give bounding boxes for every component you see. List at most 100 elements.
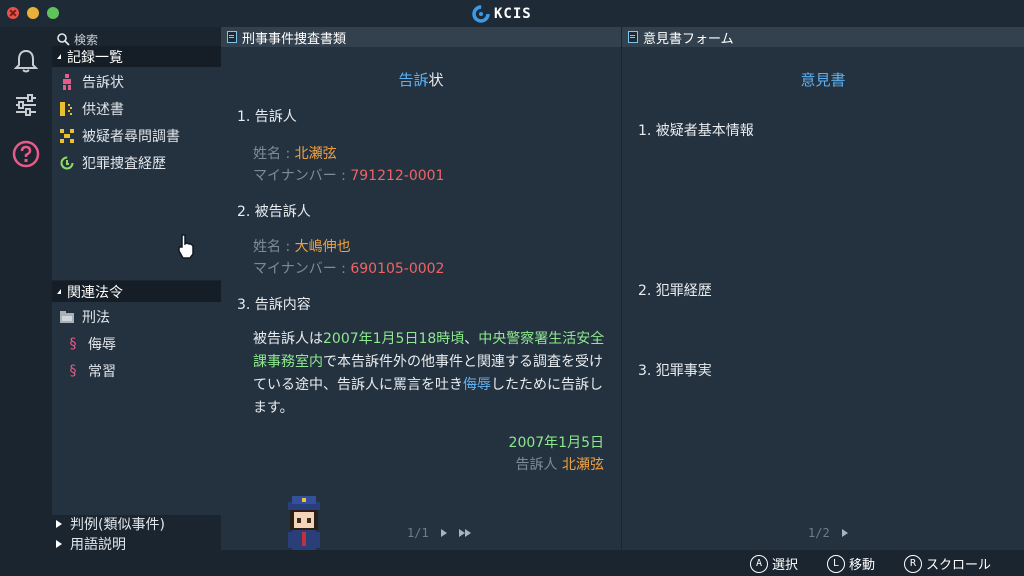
mynumber-label: マイナンバー :	[253, 168, 351, 184]
document-title-highlight[interactable]: 告訴	[398, 71, 428, 89]
next-page-icon[interactable]	[440, 529, 447, 537]
complainant-mynumber[interactable]: 791212-0001	[350, 168, 444, 184]
expand-triangle-icon	[56, 540, 62, 548]
expand-triangle-icon	[56, 520, 62, 528]
collapse-triangle-icon	[57, 289, 61, 294]
opinion-section-criminal-facts[interactable]: 3. 犯罪事実	[638, 360, 712, 380]
section-complainant: 1. 告訴人	[237, 109, 297, 125]
document-icon	[628, 31, 638, 43]
complaint-date[interactable]: 2007年1月5日	[509, 432, 604, 452]
hint-label: 選択	[772, 558, 799, 573]
title-bar: KCIS	[0, 0, 1024, 27]
statement-icon	[60, 101, 74, 117]
opinion-header: 意見書フォーム	[622, 27, 1024, 47]
opinion-section-criminal-record[interactable]: 2. 犯罪経歴	[638, 280, 712, 300]
complainant-name[interactable]: 北瀬弦	[295, 146, 337, 162]
record-label: 犯罪捜査経歴	[82, 156, 166, 172]
offense-keyword[interactable]: 侮辱	[463, 377, 491, 393]
opinion-section-suspect-info[interactable]: 1. 被疑者基本情報	[638, 120, 754, 140]
hint-label: 移動	[849, 558, 876, 573]
records-section-header[interactable]: 記録一覧	[52, 46, 221, 67]
record-label: 被疑者尋問調書	[82, 129, 180, 145]
accused-mynumber-row: マイナンバー : 690105-0002	[253, 258, 444, 278]
law-item-habitual[interactable]: § 常習	[66, 361, 117, 381]
law-label: 侮辱	[88, 337, 116, 353]
sliders-icon[interactable]	[12, 91, 40, 119]
name-label: 姓名 :	[253, 146, 295, 162]
records-panel: 検索 記録一覧 告訴状 供述書 被疑者尋問調書 犯罪捜査経歴 関連法令 刑法 §…	[52, 27, 221, 553]
signature-name[interactable]: 北瀬弦	[562, 457, 604, 473]
window-close-button[interactable]	[7, 7, 19, 19]
app-title: KCIS	[472, 4, 532, 23]
section-complaint-content: 3. 告訴内容	[237, 297, 311, 313]
opinion-header-label: 意見書フォーム	[643, 31, 734, 47]
document-header-label: 刑事事件捜査書類	[242, 31, 347, 47]
search-icon	[57, 32, 70, 46]
complaint-body: 被告訴人は2007年1月5日18時頃、中央警察署生活安全課事務室内で本告訴件外の…	[253, 328, 608, 420]
hint-scroll: R スクロール	[904, 554, 991, 573]
record-item-complaint[interactable]: 告訴状	[60, 72, 124, 92]
page-indicator: 1/1	[407, 526, 429, 540]
document-header: 刑事事件捜査書類	[221, 27, 621, 47]
complainant-mynumber-row: マイナンバー : 791212-0001	[253, 165, 444, 185]
button-l-icon: L	[827, 554, 845, 573]
button-r-icon: R	[904, 554, 922, 573]
name-label: 姓名 :	[253, 239, 295, 255]
record-label: 告訴状	[82, 75, 124, 91]
kcis-logo-icon	[472, 4, 490, 23]
icon-sidebar	[0, 27, 52, 550]
page-indicator: 1/2	[808, 526, 830, 540]
figure-icon	[60, 74, 74, 90]
help-icon[interactable]	[12, 140, 40, 168]
window-maximize-button[interactable]	[47, 7, 59, 19]
records-header-label: 記録一覧	[67, 49, 123, 66]
document-title: 告訴状	[221, 69, 621, 90]
hint-select: A 選択	[750, 554, 798, 573]
window-minimize-button[interactable]	[27, 7, 39, 19]
opinion-form-panel[interactable]: 意見書フォーム 意見書 1. 被疑者基本情報 2. 犯罪経歴 3. 犯罪事実 1…	[622, 27, 1024, 550]
hint-move: L 移動	[827, 554, 875, 573]
document-icon	[227, 31, 237, 43]
accused-name[interactable]: 大嶋伸也	[295, 239, 351, 255]
bell-icon[interactable]	[12, 47, 40, 75]
folder-icon	[60, 309, 74, 325]
precedents-label: 判例(類似事件)	[70, 517, 165, 533]
precedents-item[interactable]: 判例(類似事件)	[56, 515, 165, 533]
law-label: 常習	[88, 364, 116, 380]
record-item-history[interactable]: 犯罪捜査経歴	[60, 153, 166, 173]
interrogation-icon	[60, 128, 74, 144]
law-list: 刑法 § 侮辱 § 常習	[52, 302, 221, 515]
hint-label: スクロール	[926, 558, 992, 573]
law-section-header[interactable]: 関連法令	[52, 281, 221, 302]
accused-name-row: 姓名 : 大嶋伸也	[253, 236, 351, 256]
law-folder-penal-code[interactable]: 刑法	[60, 307, 110, 327]
mynumber-label: マイナンバー :	[253, 261, 351, 277]
law-header-label: 関連法令	[67, 284, 123, 301]
incident-datetime[interactable]: 2007年1月5日18時頃	[323, 331, 464, 347]
controls-footer: A 選択 L 移動 R スクロール	[0, 550, 1024, 576]
complainant-name-row: 姓名 : 北瀬弦	[253, 143, 337, 163]
collapse-triangle-icon	[57, 54, 61, 59]
record-item-interrogation[interactable]: 被疑者尋問調書	[60, 126, 180, 146]
section-accused: 2. 被告訴人	[237, 204, 311, 220]
document-title-rest: 状	[428, 71, 444, 89]
law-folder-label: 刑法	[82, 310, 110, 326]
signature-label: 告訴人	[515, 457, 558, 473]
record-item-statement[interactable]: 供述書	[60, 99, 124, 119]
accused-mynumber[interactable]: 690105-0002	[350, 261, 444, 277]
history-icon	[60, 155, 74, 171]
search-label: 検索	[74, 32, 99, 47]
last-page-icon[interactable]	[458, 529, 471, 537]
opinion-title: 意見書	[800, 71, 846, 89]
complaint-document-panel[interactable]: 刑事事件捜査書類 告訴状 1. 告訴人 姓名 : 北瀬弦 マイナンバー : 79…	[221, 27, 621, 550]
app-name: KCIS	[494, 5, 532, 22]
law-item-insult[interactable]: § 侮辱	[66, 334, 117, 354]
section-sign-icon: §	[69, 336, 77, 352]
opinion-pager: 1/2	[808, 526, 848, 540]
hand-cursor-icon	[178, 234, 194, 259]
signature-row: 告訴人 北瀬弦	[516, 454, 604, 474]
document-pager: 1/1	[407, 526, 471, 540]
next-page-icon[interactable]	[841, 529, 848, 537]
body-text: 被告訴人は	[253, 331, 323, 347]
section-sign-icon: §	[69, 363, 77, 379]
